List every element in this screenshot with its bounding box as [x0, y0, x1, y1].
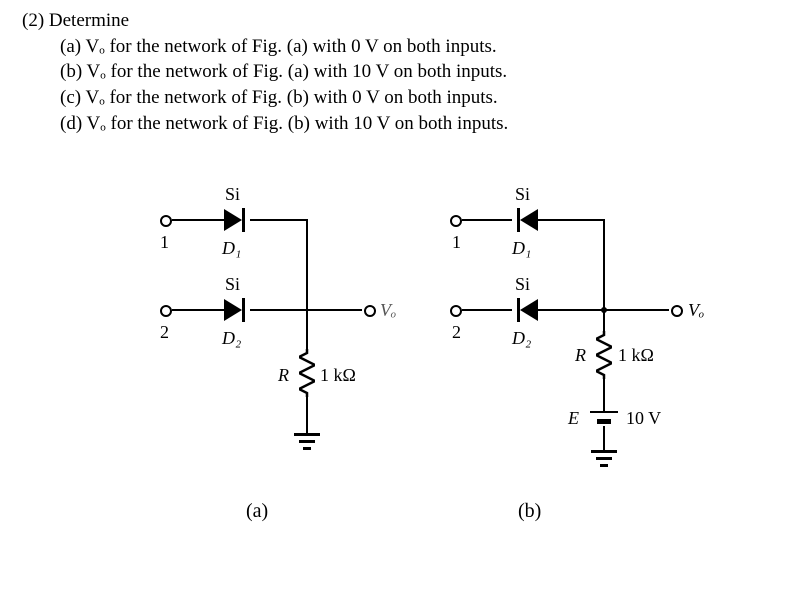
- d1-ref-b: D₁: [512, 238, 531, 259]
- output-terminal-b: [671, 305, 683, 317]
- diode-d2-a-icon: [212, 295, 262, 325]
- d1-material-b: Si: [515, 184, 530, 205]
- problem-block: (2) Determine (a) Vₒ for the network of …: [22, 8, 508, 136]
- input2-terminal-b: [450, 305, 462, 317]
- diode-d2-b-icon: [500, 295, 550, 325]
- schematic-area: 1 Si D₁ 2 Si D₂ Vₒ R 1 kΩ (a) 1 Si D₁: [0, 160, 800, 580]
- resistor-val-a: 1 kΩ: [320, 365, 356, 386]
- resistor-b-icon: [596, 331, 612, 379]
- input1-terminal-a: [160, 215, 172, 227]
- diode-d1-b-icon: [500, 205, 550, 235]
- input2-label-a: 2: [160, 322, 169, 343]
- d2-material-a: Si: [225, 274, 240, 295]
- input1-label-a: 1: [160, 232, 169, 253]
- problem-number: (2): [22, 10, 44, 31]
- ground-a-icon: [294, 433, 320, 451]
- source-val-b: 10 V: [626, 408, 661, 429]
- part-a: (a) Vₒ for the network of Fig. (a) with …: [60, 36, 497, 57]
- resistor-val-b: 1 kΩ: [618, 345, 654, 366]
- d2-material-b: Si: [515, 274, 530, 295]
- part-c: (c) Vₒ for the network of Fig. (b) with …: [60, 87, 498, 108]
- input2-terminal-a: [160, 305, 172, 317]
- input2-label-b: 2: [452, 322, 461, 343]
- input1-label-b: 1: [452, 232, 461, 253]
- resistor-a-icon: [299, 349, 315, 397]
- fig-label-b: (b): [518, 500, 541, 523]
- source-ref-b: E: [568, 408, 579, 429]
- d2-ref-a: D₂: [222, 328, 241, 349]
- resistor-ref-b: R: [575, 345, 586, 366]
- diode-d1-a-icon: [212, 205, 262, 235]
- d1-material-a: Si: [225, 184, 240, 205]
- problem-stem: Determine: [49, 10, 129, 31]
- output-terminal-a: [364, 305, 376, 317]
- d2-ref-b: D₂: [512, 328, 531, 349]
- output-label-a: Vₒ: [380, 300, 396, 321]
- input1-terminal-b: [450, 215, 462, 227]
- part-d: (d) Vₒ for the network of Fig. (b) with …: [60, 113, 508, 134]
- output-label-b: Vₒ: [688, 300, 704, 321]
- resistor-ref-a: R: [278, 365, 289, 386]
- ground-b-icon: [591, 450, 617, 468]
- fig-label-a: (a): [246, 500, 268, 523]
- d1-ref-a: D₁: [222, 238, 241, 259]
- part-b: (b) Vₒ for the network of Fig. (a) with …: [60, 61, 507, 82]
